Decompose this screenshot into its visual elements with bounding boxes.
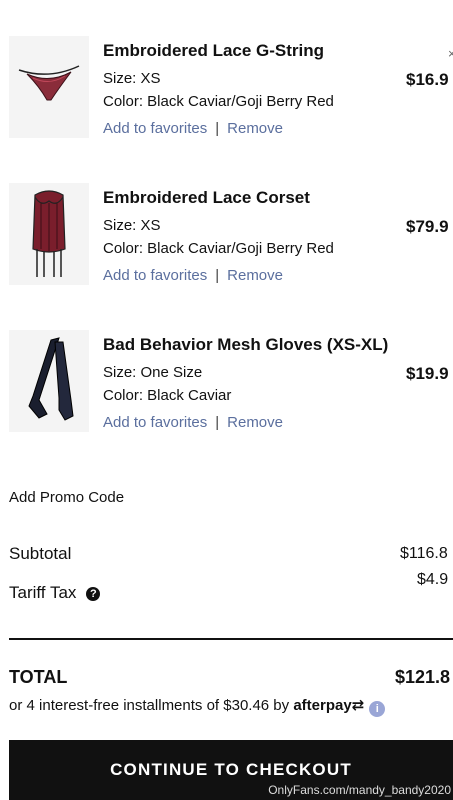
item-actions: Add to favorites | Remove	[103, 414, 283, 431]
promo-code-toggle[interactable]: Add Promo Code	[9, 489, 124, 506]
product-color: Color: Black Caviar	[103, 387, 232, 404]
add-to-favorites-link[interactable]: Add to favorites	[103, 414, 207, 431]
product-price: $16.9	[406, 70, 449, 89]
add-to-favorites-link[interactable]: Add to favorites	[103, 267, 207, 284]
afterpay-text: or 4 interest-free installments of $30.4…	[9, 697, 290, 714]
product-name[interactable]: Embroidered Lace G-String	[103, 41, 324, 61]
product-size: Size: One Size	[103, 364, 203, 381]
watermark: OnlyFans.com/mandy_bandy2020	[268, 783, 451, 797]
divider	[9, 638, 453, 640]
separator: |	[215, 267, 220, 284]
remove-link[interactable]: Remove	[227, 120, 283, 137]
product-image[interactable]	[9, 36, 89, 138]
remove-item-icon[interactable]: ×	[448, 46, 453, 61]
total-value: $121.8	[395, 667, 451, 687]
product-color: Color: Black Caviar/Goji Berry Red	[103, 240, 334, 257]
tariff-tax-row: Tariff Tax?	[9, 583, 101, 603]
cart-item: Bad Behavior Mesh Gloves (XS-XL) Size: O…	[0, 330, 453, 450]
add-to-favorites-link[interactable]: Add to favorites	[103, 120, 207, 137]
product-price: $79.9	[406, 217, 449, 236]
cart-item: Embroidered Lace G-String Size: XS Color…	[0, 36, 453, 156]
remove-link[interactable]: Remove	[227, 267, 283, 284]
product-price: $19.9	[406, 364, 449, 383]
total-label: TOTAL	[9, 667, 68, 687]
info-icon[interactable]: i	[369, 701, 386, 717]
help-icon[interactable]: ?	[86, 587, 101, 601]
separator: |	[215, 414, 220, 431]
product-image[interactable]	[9, 183, 89, 285]
product-name[interactable]: Embroidered Lace Corset	[103, 188, 310, 208]
product-name[interactable]: Bad Behavior Mesh Gloves (XS-XL)	[103, 335, 388, 355]
product-color: Color: Black Caviar/Goji Berry Red	[103, 93, 334, 110]
product-size: Size: XS	[103, 217, 161, 234]
afterpay-arrows-icon: ⇄	[351, 697, 365, 714]
afterpay-row: or 4 interest-free installments of $30.4…	[9, 696, 386, 717]
cart-item: Embroidered Lace Corset Size: XS Color: …	[0, 183, 453, 303]
remove-link[interactable]: Remove	[227, 414, 283, 431]
tariff-tax-label: Tariff Tax	[9, 583, 77, 602]
product-size: Size: XS	[103, 70, 161, 87]
afterpay-logo: afterpay	[293, 697, 352, 714]
subtotal-value: $116.8	[400, 545, 448, 562]
product-image[interactable]	[9, 330, 89, 432]
subtotal-label: Subtotal	[9, 544, 72, 563]
item-actions: Add to favorites | Remove	[103, 120, 283, 137]
item-actions: Add to favorites | Remove	[103, 267, 283, 284]
separator: |	[215, 120, 220, 137]
tariff-tax-value: $4.9	[417, 571, 449, 588]
